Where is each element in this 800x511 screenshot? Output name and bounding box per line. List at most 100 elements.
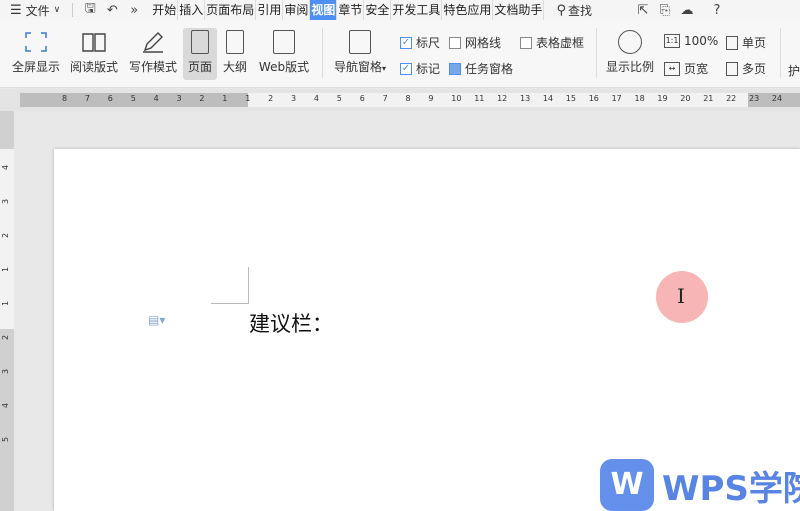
more-icon[interactable]: » <box>123 3 145 18</box>
horizontal-ruler[interactable]: 8 7 6 5 4 3 2 1 1 2 3 4 5 6 7 8 9 10 11 12 13 14 15 16 17 18 19 20 2… <box>0 89 800 111</box>
write-mode-button[interactable]: 写作模式 <box>127 30 179 75</box>
tab-chapter[interactable]: 章节 <box>337 0 365 20</box>
ruler-checkbox[interactable]: ✓ 标尺 <box>400 34 440 51</box>
search-button[interactable]: ⚲ 查找 <box>556 2 592 19</box>
ruler-tick-label: 8 <box>405 94 411 103</box>
checkbox-box <box>449 36 461 49</box>
tab-developer[interactable]: 开发工具 <box>391 0 443 20</box>
ruler-tick-label: 3 <box>291 94 297 103</box>
ruler-tick-label: 15 <box>565 94 576 103</box>
gridlines-label: 网格线 <box>465 36 502 50</box>
save-icon[interactable]: 🖫 <box>79 0 101 20</box>
ruler-tick-label: 6 <box>359 94 365 103</box>
tab-references[interactable]: 引用 <box>256 0 284 20</box>
text-cursor-icon: I <box>677 284 685 308</box>
ruler-tick-label: 2 <box>268 94 274 103</box>
nav-pane-label: 导航窗格 <box>333 60 382 74</box>
pen-icon <box>140 30 166 54</box>
file-menu-label: 文件 <box>25 3 50 18</box>
single-page-button[interactable]: 单页 <box>726 34 766 51</box>
zoom-100-icon: 1:1 <box>664 34 680 48</box>
ruler-tick-label: 13 <box>520 94 531 103</box>
divider <box>780 28 781 78</box>
ruler-tick-label: 5 <box>130 94 136 103</box>
check-icon: ✓ <box>400 36 412 49</box>
margin-corner-mark <box>211 267 249 304</box>
cloud-icon[interactable]: ☁ <box>676 3 698 18</box>
document-page[interactable] <box>54 149 800 511</box>
share-icon[interactable]: ⇱ <box>632 3 654 18</box>
book-icon <box>81 30 107 54</box>
watermark: W WPS学院 <box>600 459 800 511</box>
tab-security[interactable]: 安全 <box>364 0 392 20</box>
check-icon: ✓ <box>400 62 412 75</box>
sync-icon[interactable]: ⎘ <box>654 3 676 18</box>
ruler-tick-label: 9 <box>428 94 434 103</box>
web-view-button[interactable]: Web版式 <box>256 30 312 75</box>
help-icon[interactable]: ? <box>706 3 728 18</box>
page-width-button[interactable]: ↔ 页宽 <box>664 60 708 77</box>
read-mode-label: 阅读版式 <box>69 60 118 74</box>
ruler-tick-label: 2 <box>1 334 11 341</box>
ruler-tick-label: 1 <box>245 94 251 103</box>
tab-page-layout[interactable]: 页面布局 <box>205 0 257 20</box>
vertical-ruler[interactable]: 4 3 2 1 1 2 3 4 5 <box>0 111 14 511</box>
read-mode-button[interactable]: 阅读版式 <box>68 30 120 75</box>
ruler-tick-label: 14 <box>542 94 554 103</box>
page-width-icon: ↔ <box>664 61 680 76</box>
ruler-tick-label: 24 <box>771 94 783 103</box>
file-menu[interactable]: ☰ 文件 ∨ <box>0 0 66 20</box>
protect-button[interactable]: 护 <box>788 62 800 79</box>
fullscreen-button[interactable]: 全屏显示 <box>10 30 62 75</box>
ruler-tick-label: 1 <box>1 266 11 273</box>
document-text[interactable]: 建议栏： <box>249 308 333 338</box>
divider <box>322 28 323 78</box>
tab-special[interactable]: 特色应用 <box>442 0 494 20</box>
single-page-icon <box>726 35 738 50</box>
divider <box>72 3 74 17</box>
globe-icon <box>273 30 295 54</box>
ruler-tick-label: 5 <box>1 436 11 443</box>
table-dashed-checkbox[interactable]: 表格虚框 <box>520 34 584 51</box>
divider <box>596 28 597 78</box>
nav-pane-button[interactable]: 导航窗格▾ <box>330 30 390 75</box>
tab-view[interactable]: 视图 <box>310 0 338 20</box>
page-icon <box>191 30 209 54</box>
protect-label: 护 <box>788 64 800 78</box>
ruler-tick-label: 21 <box>703 94 714 103</box>
ruler-tick-label: 17 <box>611 94 622 103</box>
ruler-tick-label: 4 <box>153 94 159 103</box>
write-mode-label: 写作模式 <box>128 60 177 74</box>
tab-home[interactable]: 开始 <box>151 0 179 20</box>
outline-icon <box>226 30 244 54</box>
tab-review[interactable]: 审阅 <box>283 0 311 20</box>
task-pane-label: 任务窗格 <box>465 62 514 76</box>
ruler-label: 标尺 <box>416 36 441 50</box>
search-label: 查找 <box>567 3 592 18</box>
ruler-tick-label: 3 <box>1 198 11 205</box>
markup-checkbox[interactable]: ✓ 标记 <box>400 60 440 77</box>
outline-label: 大纲 <box>222 60 247 74</box>
paragraph-handle-icon[interactable]: ▤▾ <box>148 313 165 327</box>
zoom-button[interactable]: 显示比例 <box>604 30 656 75</box>
ruler-tick-label: 11 <box>474 94 485 103</box>
tab-doc-assistant[interactable]: 文档助手 <box>493 0 545 20</box>
task-pane-checkbox[interactable]: 任务窗格 <box>449 60 513 77</box>
ribbon-tabs: 开始 插入 页面布局 引用 审阅 视图 章节 安全 开发工具 特色应用 文档助手 <box>151 0 545 20</box>
undo-icon[interactable]: ↶ <box>101 3 123 18</box>
zoom-100-label: 100% <box>684 34 719 48</box>
gridlines-checkbox[interactable]: 网格线 <box>449 34 501 51</box>
ruler-tick-label: 3 <box>176 94 182 103</box>
page-view-button[interactable]: 页面 <box>183 28 217 80</box>
ruler-tick-label: 2 <box>1 232 11 239</box>
zoom-100-button[interactable]: 1:1 100% <box>664 34 718 48</box>
multi-page-label: 多页 <box>742 62 767 76</box>
ruler-tick-label: 10 <box>451 94 462 103</box>
tab-insert[interactable]: 插入 <box>178 0 206 20</box>
ruler-tick-label: 1 <box>222 94 228 103</box>
search-icon: ⚲ <box>556 2 566 18</box>
outline-button[interactable]: 大纲 <box>220 30 250 75</box>
multi-page-button[interactable]: 多页 <box>726 60 766 77</box>
ruler-tick-label: 4 <box>313 94 319 103</box>
ruler-tick-label: 6 <box>107 94 113 103</box>
